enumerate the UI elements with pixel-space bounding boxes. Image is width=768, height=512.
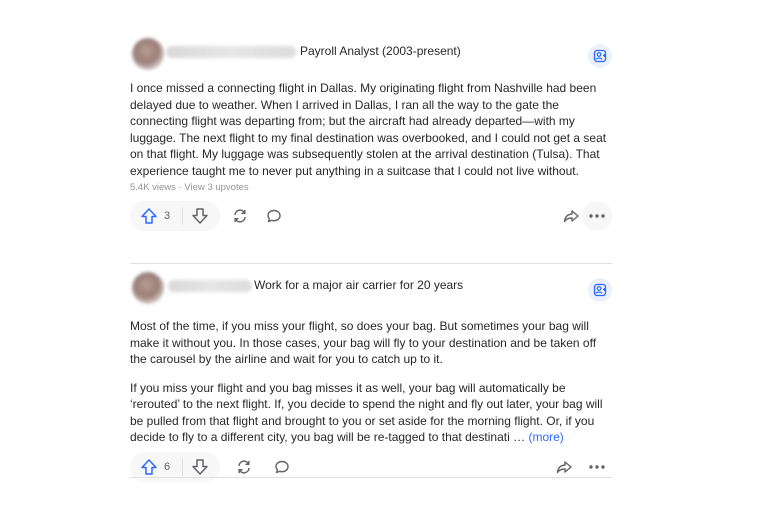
more-dots-icon	[589, 464, 605, 469]
author-avatar[interactable]	[132, 38, 164, 70]
upvote-arrow-icon	[140, 207, 158, 225]
reshare-icon	[236, 459, 252, 475]
author-credential: Payroll Analyst (2003-present)	[300, 44, 461, 58]
follow-user-icon	[593, 49, 607, 63]
upvote-count: 6	[164, 460, 171, 473]
follow-button[interactable]	[588, 278, 612, 302]
share-arrow-icon	[556, 459, 572, 475]
answer-action-bar: 3	[130, 201, 612, 235]
comment-bubble-icon	[274, 459, 290, 475]
comment-button[interactable]	[274, 459, 290, 475]
share-button[interactable]	[556, 459, 572, 475]
vote-divider	[182, 207, 184, 225]
downvote-button[interactable]	[191, 207, 209, 225]
author-name-redacted[interactable]	[168, 280, 252, 292]
author-credential: Work for a major air carrier for 20 year…	[254, 278, 464, 292]
downvote-arrow-icon	[191, 207, 209, 225]
upvote-arrow-icon	[140, 458, 158, 476]
answer-separator	[130, 263, 612, 264]
answer-action-bar: 6	[130, 451, 612, 486]
downvote-button[interactable]	[191, 458, 209, 476]
comment-bubble-icon	[266, 208, 282, 224]
downvote-arrow-icon	[191, 458, 209, 476]
vote-pill: 3	[130, 201, 220, 231]
reshare-button[interactable]	[236, 459, 252, 475]
read-more-link[interactable]: (more)	[528, 430, 563, 444]
answer-header: Work for a major air carrier for 20 year…	[130, 270, 612, 310]
share-arrow-icon	[563, 208, 579, 224]
upvote-count: 3	[164, 210, 171, 222]
share-button[interactable]	[563, 208, 579, 224]
vote-divider	[182, 457, 184, 476]
answer-separator	[130, 477, 612, 478]
follow-button[interactable]	[588, 44, 612, 68]
author-avatar[interactable]	[132, 272, 164, 304]
answer-card: Payroll Analyst (2003-present) I once mi…	[130, 36, 612, 235]
comment-button[interactable]	[266, 208, 282, 224]
more-options-button[interactable]	[582, 201, 612, 231]
upvote-button[interactable]: 3	[130, 201, 170, 231]
reshare-icon	[232, 208, 248, 224]
more-dots-icon	[589, 214, 605, 218]
answer-header: Payroll Analyst (2003-present)	[130, 36, 612, 76]
answer-card: Work for a major air carrier for 20 year…	[130, 270, 612, 486]
answer-text: Most of the time, if you miss your fligh…	[130, 319, 597, 366]
answer-text: If you miss your flight and you bag miss…	[130, 380, 612, 446]
author-name-redacted[interactable]	[166, 46, 296, 58]
answer-text: I once missed a connecting flight in Dal…	[130, 81, 607, 178]
follow-user-icon	[593, 283, 607, 297]
reshare-button[interactable]	[232, 208, 248, 224]
answer-stats[interactable]: 5.4K views · View 3 upvotes	[130, 182, 612, 193]
